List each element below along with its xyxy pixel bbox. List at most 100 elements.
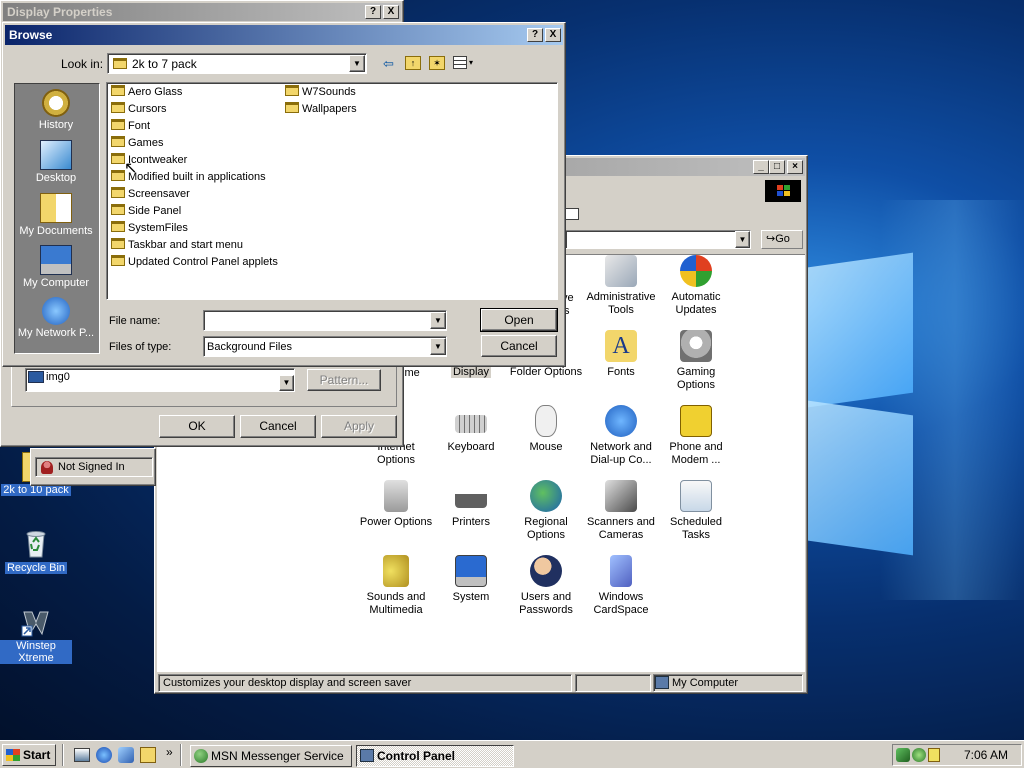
computer-icon xyxy=(455,555,487,587)
msn-messenger-icon xyxy=(194,749,208,763)
administrative-tools-icon xyxy=(605,255,637,287)
task-msn-messenger[interactable]: MSN Messenger Service xyxy=(190,745,352,767)
places-history[interactable]: History xyxy=(13,89,99,131)
cancel-button[interactable]: Cancel xyxy=(240,415,316,438)
internet-explorer-icon[interactable] xyxy=(96,747,112,763)
folder-item[interactable]: Aero Glass xyxy=(111,84,278,101)
folder-icon xyxy=(285,85,299,96)
globe-icon xyxy=(530,480,562,512)
cp-keyboard[interactable]: Keyboard xyxy=(433,405,509,454)
folder-item[interactable]: Side Panel xyxy=(111,203,278,220)
back-icon[interactable]: ⇦ xyxy=(383,56,394,72)
help-button[interactable]: ? xyxy=(527,28,543,42)
file-name-dropdown-arrow[interactable]: ▼ xyxy=(430,312,446,329)
folder-icon xyxy=(111,255,125,266)
folder-item[interactable]: Wallpapers xyxy=(285,101,357,118)
cp-fonts[interactable]: A Fonts xyxy=(583,330,659,379)
look-in-combo[interactable]: 2k to 7 pack xyxy=(107,53,367,74)
partial-label: ime xyxy=(402,367,420,379)
wallpaper-list[interactable]: img0 xyxy=(25,368,295,392)
cp-scanners-cameras[interactable]: Scanners and Cameras xyxy=(583,480,659,542)
speaker-icon xyxy=(383,555,409,587)
look-in-dropdown-arrow[interactable]: ▼ xyxy=(349,55,365,72)
folder-item[interactable]: SystemFiles xyxy=(111,220,278,237)
file-name-input[interactable] xyxy=(203,310,447,331)
folder-item[interactable]: Updated Control Panel applets xyxy=(111,254,278,271)
folder-item[interactable]: W7Sounds xyxy=(285,84,357,101)
open-button[interactable]: Open xyxy=(480,308,558,332)
places-my-documents[interactable]: My Documents xyxy=(13,193,99,237)
minimize-button[interactable]: _ xyxy=(753,160,769,174)
desktop-icon-winstep-xtreme[interactable]: Winstep Xtreme xyxy=(0,608,72,664)
ok-button[interactable]: OK xyxy=(159,415,235,438)
mouse-icon xyxy=(535,405,557,437)
view-menu-icon[interactable] xyxy=(453,56,467,69)
image-file-icon xyxy=(28,371,44,383)
close-button[interactable]: X xyxy=(383,5,399,19)
folder-icon xyxy=(111,136,125,147)
explorer-icon[interactable] xyxy=(140,747,156,763)
clock[interactable]: 7:06 AM xyxy=(964,748,1008,762)
new-folder-icon[interactable]: ✶ xyxy=(429,56,445,70)
desktop-icon-recycle-bin[interactable]: Recycle Bin xyxy=(0,528,72,574)
cp-users-passwords[interactable]: Users and Passwords xyxy=(508,555,584,617)
volume-tray-icon[interactable] xyxy=(928,748,940,762)
places-desktop[interactable]: Desktop xyxy=(13,140,99,184)
quicklaunch-chevron[interactable]: » xyxy=(166,745,173,759)
cp-windows-cardspace[interactable]: Windows CardSpace xyxy=(583,555,659,617)
cp-administrative-tools[interactable]: Administrative Tools xyxy=(583,255,659,317)
maximize-button[interactable]: □ xyxy=(769,160,785,174)
views-icon[interactable] xyxy=(565,208,579,220)
address-field[interactable] xyxy=(565,230,751,249)
msn-tray-icon[interactable] xyxy=(912,748,926,762)
file-type-select[interactable]: Background Files xyxy=(203,336,447,357)
folder-icon xyxy=(111,238,125,249)
show-desktop-icon[interactable] xyxy=(74,748,90,762)
cp-automatic-updates[interactable]: Automatic Updates xyxy=(658,255,734,317)
folder-item[interactable]: Taskbar and start menu xyxy=(111,237,278,254)
folder-item[interactable]: Font xyxy=(111,118,278,135)
folder-item[interactable]: Cursors xyxy=(111,101,278,118)
my-documents-icon xyxy=(40,193,72,223)
chevron-down-icon[interactable]: ▾ xyxy=(469,58,473,67)
task-control-panel[interactable]: Control Panel xyxy=(356,745,514,767)
pattern-button[interactable]: Pattern... xyxy=(307,369,381,391)
windows-logo-wallpaper xyxy=(808,230,918,560)
file-name-label: File name: xyxy=(109,315,161,327)
cp-regional-options[interactable]: Regional Options xyxy=(508,480,584,542)
go-button[interactable]: ↪Go xyxy=(761,230,803,249)
apply-button[interactable]: Apply xyxy=(321,415,397,438)
cp-mouse[interactable]: Mouse xyxy=(508,405,584,454)
address-dropdown-arrow[interactable]: ▼ xyxy=(735,231,750,248)
folder-item[interactable]: Screensaver xyxy=(111,186,278,203)
network-tray-icon[interactable] xyxy=(896,748,910,762)
help-button[interactable]: ? xyxy=(365,5,381,19)
folder-icon xyxy=(111,204,125,215)
cp-scheduled-tasks[interactable]: Scheduled Tasks xyxy=(658,480,734,542)
cp-power-options[interactable]: Power Options xyxy=(358,480,434,529)
cp-network-dialup[interactable]: Network and Dial-up Co... xyxy=(583,405,659,467)
cp-phone-modem[interactable]: Phone and Modem ... xyxy=(658,405,734,467)
keyboard-icon xyxy=(455,415,487,433)
network-icon xyxy=(605,405,637,437)
look-in-label: Look in: xyxy=(61,57,104,71)
up-folder-icon[interactable]: ↑ xyxy=(405,56,421,70)
folder-item[interactable]: Games xyxy=(111,135,278,152)
close-button[interactable]: X xyxy=(545,28,561,42)
cp-system[interactable]: System xyxy=(433,555,509,604)
places-my-computer[interactable]: My Computer xyxy=(13,245,99,289)
cp-printers[interactable]: Printers xyxy=(433,480,509,529)
cancel-button[interactable]: Cancel xyxy=(481,335,557,357)
cp-sounds-multimedia[interactable]: Sounds and Multimedia xyxy=(358,555,434,617)
windows-start-icon xyxy=(6,749,20,761)
folder-icon xyxy=(111,221,125,232)
status-location: My Computer xyxy=(653,674,803,692)
cp-gaming-options[interactable]: Gaming Options xyxy=(658,330,734,392)
outlook-express-icon[interactable] xyxy=(118,747,134,763)
scroll-down-arrow[interactable]: ▼ xyxy=(279,375,294,391)
scanner-icon xyxy=(605,480,637,512)
close-button[interactable]: × xyxy=(787,160,803,174)
file-type-dropdown-arrow[interactable]: ▼ xyxy=(430,338,446,355)
display-properties-titlebar: Display Properties xyxy=(3,3,401,21)
places-my-network[interactable]: My Network P... xyxy=(13,297,99,339)
